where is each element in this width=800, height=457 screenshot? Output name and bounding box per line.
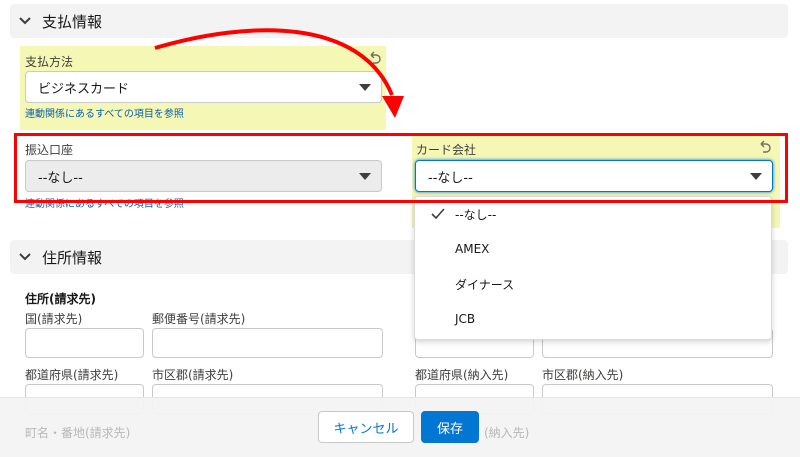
caret-down-icon [750,173,762,180]
chevron-down-icon [19,253,31,261]
undo-icon[interactable] [758,139,772,153]
dropdown-option[interactable]: JCB [415,302,771,336]
shipping-state-label: 都道府県(納入先) [415,368,509,382]
billing-country-label: 国(請求先) [25,312,83,326]
shipping-street-label: (納入先) [484,426,530,440]
checkmark-icon [431,208,445,220]
section-title: 住所情報 [42,248,103,267]
shipping-city-label: 市区郡(納入先) [542,368,624,382]
billing-country-input[interactable] [25,328,144,358]
save-button[interactable]: 保存 [421,411,479,443]
dropdown-option[interactable]: --なし-- [415,197,771,231]
caret-down-icon [359,173,371,180]
dropdown-option-label: AMEX [455,242,490,256]
dropdown-option-label: JCB [455,312,476,326]
section-title: 支払情報 [42,12,103,31]
dropdown-option[interactable]: AMEX [415,232,771,266]
payment-method-value: ビジネスカード [38,81,130,97]
modal-footer: 町名・番地(請求先) (納入先) キャンセル 保存 [0,397,800,457]
billing-postal-label: 郵便番号(請求先) [152,312,246,326]
billing-address-heading: 住所(請求先) [25,292,96,306]
bank-account-select[interactable]: --なし-- [25,160,382,192]
payment-method-label: 支払方法 [25,55,74,69]
undo-icon[interactable] [368,50,382,64]
bank-account-label: 振込口座 [25,143,74,157]
bank-account-value: --なし-- [38,170,83,186]
billing-city-label: 市区郡(請求先) [152,368,234,382]
dropdown-option-label: ダイナース [455,277,515,292]
chevron-down-icon [19,17,31,25]
payment-section-header[interactable]: 支払情報 [10,4,788,38]
card-company-label: カード会社 [416,143,477,157]
card-company-value: --なし-- [428,170,473,186]
dropdown-option-label: --なし-- [455,207,497,222]
cancel-button[interactable]: キャンセル [318,411,414,443]
dropdown-option[interactable]: ダイナース [415,267,771,301]
billing-state-label: 都道府県(請求先) [25,368,119,382]
payment-method-select[interactable]: ビジネスカード [25,71,382,103]
dependency-link[interactable]: 連動関係にあるすべての項目を参照 [25,195,184,210]
dependency-link[interactable]: 連動関係にあるすべての項目を参照 [25,105,184,120]
card-company-select[interactable]: --なし-- [415,160,773,192]
caret-down-icon [359,84,371,91]
billing-street-label: 町名・番地(請求先) [25,426,131,440]
card-company-dropdown: --なし-- AMEX ダイナース JCB [414,196,772,340]
billing-postal-input[interactable] [152,328,383,358]
